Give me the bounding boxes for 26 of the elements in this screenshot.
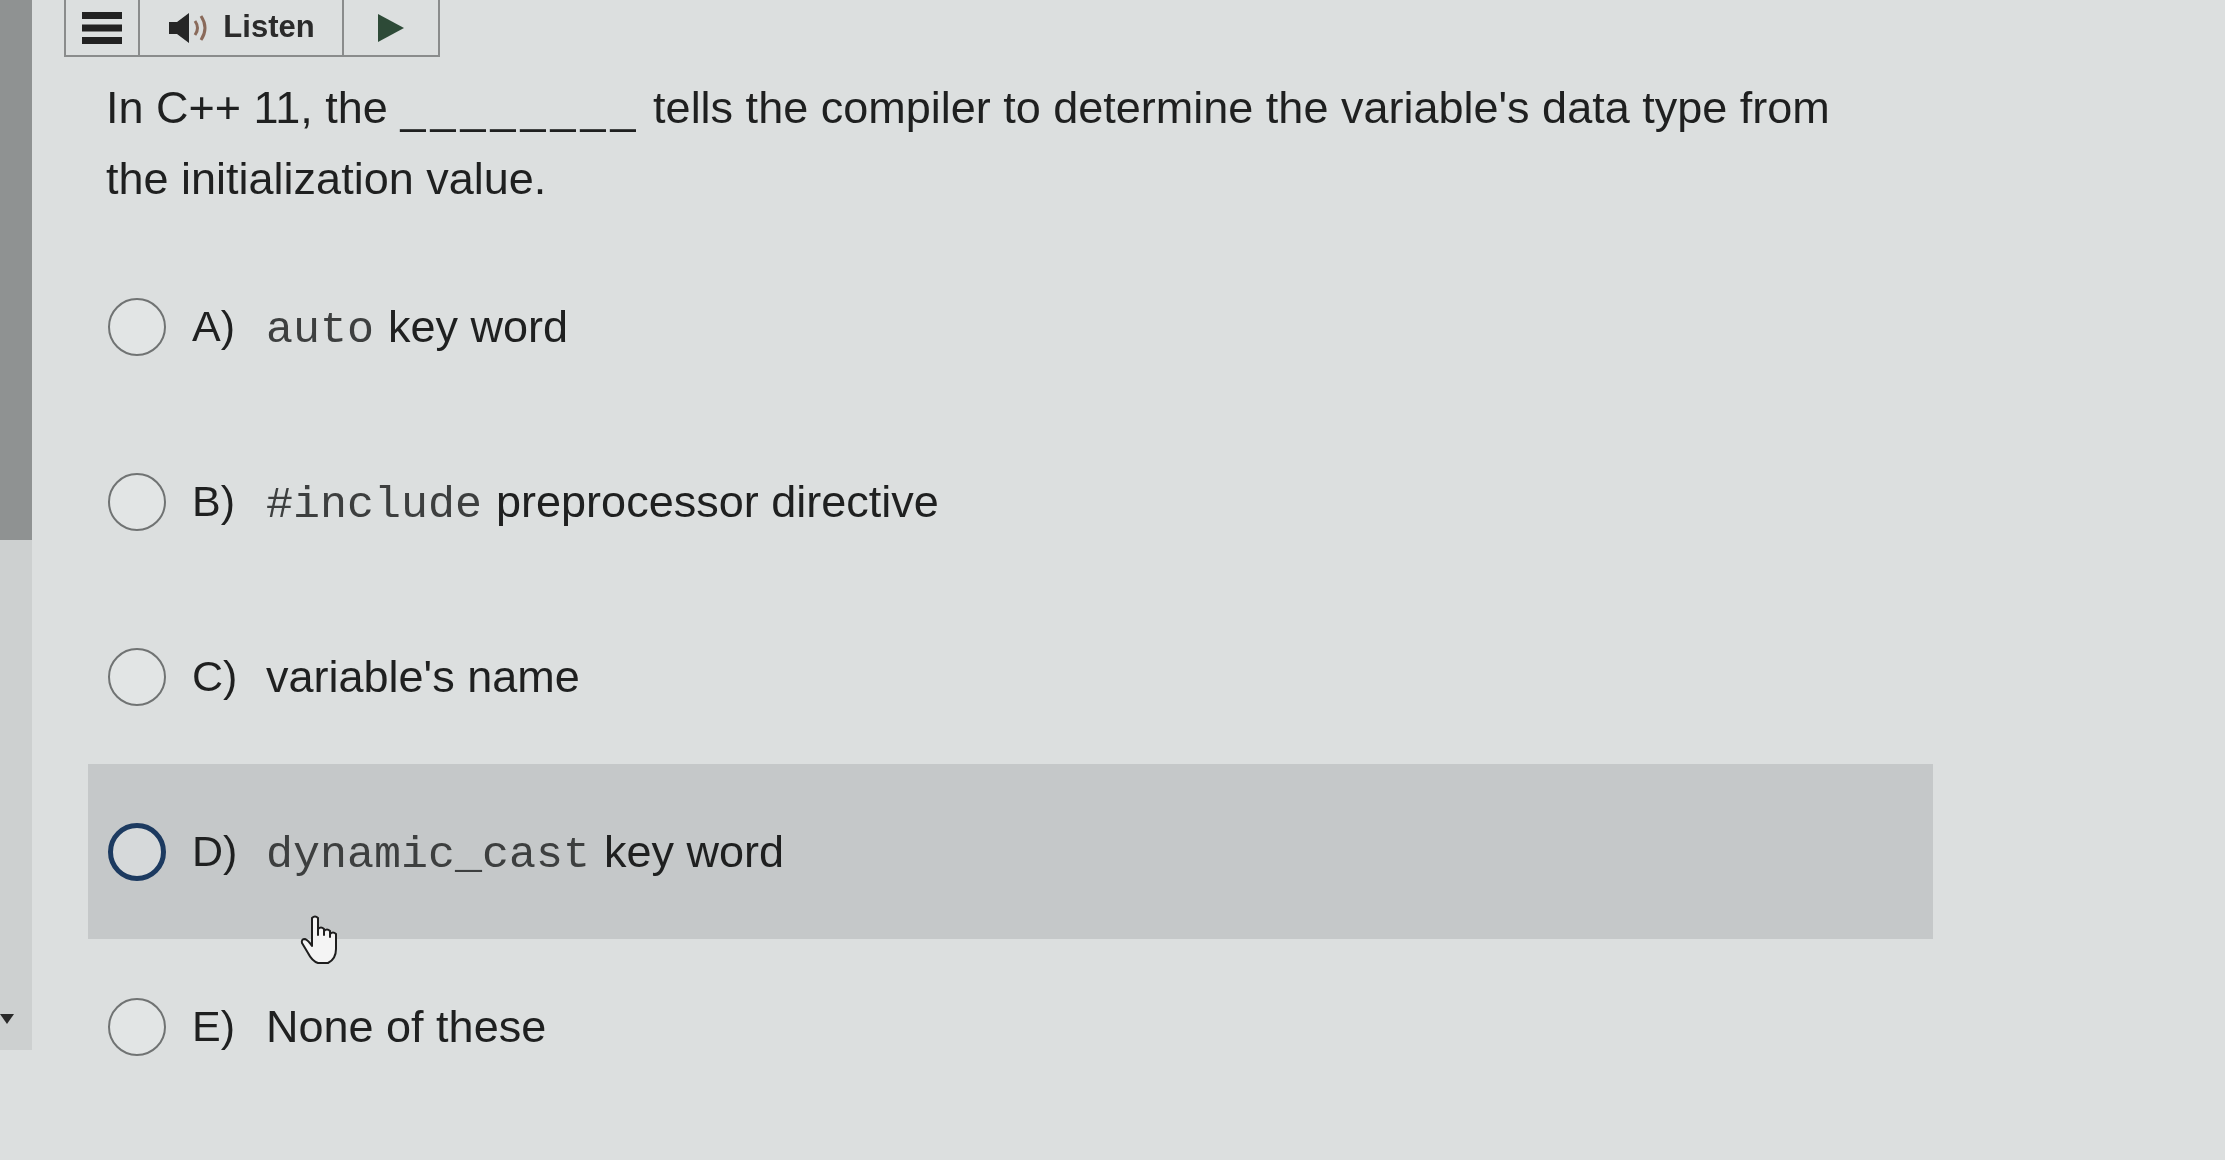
code-text: dynamic_cast <box>266 828 591 883</box>
radio-button[interactable] <box>108 822 166 881</box>
option-letter: C) <box>192 651 239 703</box>
hand-cursor-icon <box>300 915 340 965</box>
question-text: In C++ 11, the ________ tells the compiler to determine the variable's data type from the initialization value. <box>106 81 1831 206</box>
option-text: key word <box>388 299 569 354</box>
radio-button[interactable] <box>108 472 166 531</box>
option-text: variable's name <box>266 649 580 704</box>
option-letter: D) <box>192 826 239 878</box>
scrollbar[interactable] <box>0 0 32 1050</box>
code-text: auto <box>266 303 375 358</box>
radio-button[interactable] <box>108 997 166 1056</box>
option-text: None of these <box>266 999 547 1054</box>
option-letter: B) <box>192 476 236 528</box>
menu-icon <box>82 10 122 45</box>
option-letter: A) <box>192 301 236 353</box>
play-icon <box>378 13 404 42</box>
fill-in-line[interactable]: ________ <box>400 82 641 133</box>
radio-button[interactable] <box>108 297 166 356</box>
caret-icon <box>0 1014 14 1024</box>
code-text: #include <box>266 478 483 533</box>
option-text: preprocessor directive <box>496 474 939 529</box>
option-text: key word <box>604 824 785 879</box>
radio-button[interactable] <box>108 647 166 706</box>
option-letter: E) <box>192 1001 236 1053</box>
scrollbar-thumb[interactable] <box>0 0 32 540</box>
